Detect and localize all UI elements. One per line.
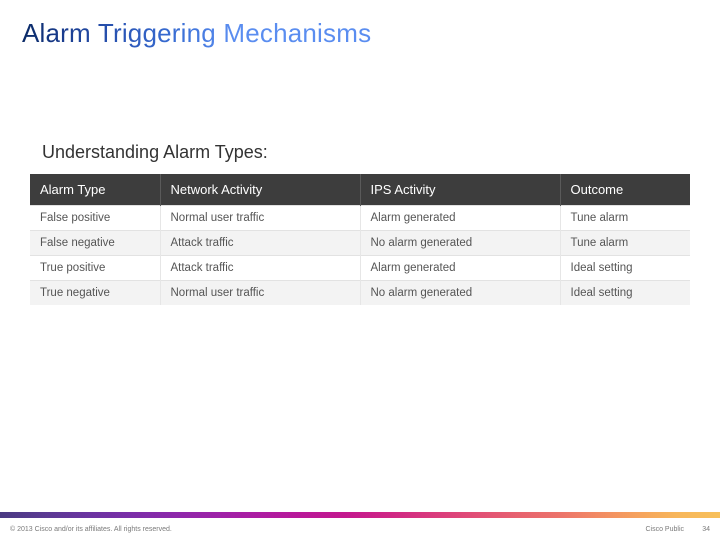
footer: © 2013 Cisco and/or its affiliates. All … [0,518,720,540]
table-cell: Attack traffic [160,256,360,281]
table-row: False negative Attack traffic No alarm g… [30,231,690,256]
alarm-types-table: Alarm Type Network Activity IPS Activity… [30,174,690,305]
table-cell: Normal user traffic [160,281,360,306]
table-row: True negative Normal user traffic No ala… [30,281,690,306]
table-cell: Ideal setting [560,281,690,306]
table-cell: Tune alarm [560,206,690,231]
table-cell: Tune alarm [560,231,690,256]
footer-copyright: © 2013 Cisco and/or its affiliates. All … [10,526,172,533]
table-cell: True positive [30,256,160,281]
table-cell: Alarm generated [360,256,560,281]
table-header-cell: IPS Activity [360,174,560,206]
table-cell: Ideal setting [560,256,690,281]
page-number: 34 [696,526,710,533]
slide-title-text: Alarm Triggering Mechanisms [22,18,371,48]
table-cell: Alarm generated [360,206,560,231]
table-row: True positive Attack traffic Alarm gener… [30,256,690,281]
table-header-cell: Alarm Type [30,174,160,206]
table-cell: No alarm generated [360,231,560,256]
slide-title: Alarm Triggering Mechanisms [22,18,371,49]
table-cell: False negative [30,231,160,256]
footer-classification: Cisco Public [645,526,684,533]
table-header-cell: Network Activity [160,174,360,206]
table-cell: True negative [30,281,160,306]
table-cell: No alarm generated [360,281,560,306]
table-cell: Attack traffic [160,231,360,256]
table-header-row: Alarm Type Network Activity IPS Activity… [30,174,690,206]
footer-right: Cisco Public 34 [645,526,710,533]
slide: Alarm Triggering Mechanisms Understandin… [0,0,720,540]
table-header-cell: Outcome [560,174,690,206]
table-cell: False positive [30,206,160,231]
slide-subtitle: Understanding Alarm Types: [42,142,268,163]
table-cell: Normal user traffic [160,206,360,231]
table-row: False positive Normal user traffic Alarm… [30,206,690,231]
